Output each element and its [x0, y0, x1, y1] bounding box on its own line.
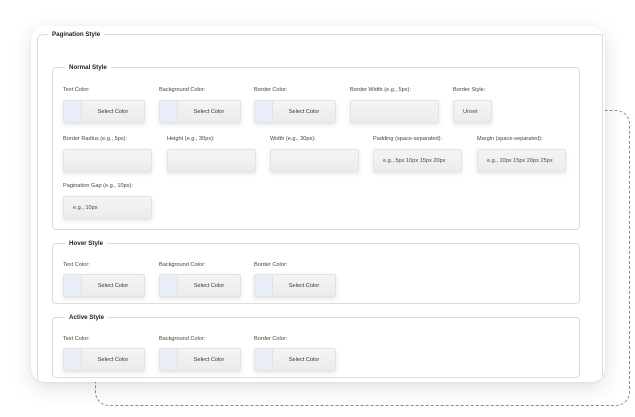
color-swatch [160, 349, 178, 370]
color-swatch [255, 101, 273, 122]
active-text-color-label: Text Color: [63, 336, 90, 342]
color-swatch [255, 275, 273, 296]
active-style-title: Active Style [69, 314, 105, 321]
normal-padding-label: Padding (space-separated): [373, 136, 443, 142]
normal-text-color-label: Text Color: [63, 87, 90, 93]
active-border-color-button[interactable]: Select Color [254, 348, 336, 371]
pagination-style-card: Pagination Style Normal Style Text Color… [31, 26, 605, 382]
normal-text-color-button[interactable]: Select Color [63, 100, 145, 123]
normal-width-input[interactable] [270, 149, 359, 172]
normal-border-color-label: Border Color: [254, 87, 288, 93]
normal-style-fieldset: Normal Style Text Color: Select Color Ba… [52, 64, 580, 230]
normal-bg-color-label: Background Color: [159, 87, 206, 93]
hover-border-color-button[interactable]: Select Color [254, 274, 336, 297]
hover-bg-color-label: Background Color: [159, 262, 206, 268]
normal-border-color-button[interactable]: Select Color [254, 100, 336, 123]
normal-gap-label: Pagination Gap (e.g., 10px): [63, 183, 133, 189]
color-swatch [64, 275, 82, 296]
normal-bg-color-button[interactable]: Select Color [159, 100, 241, 123]
color-swatch [64, 349, 82, 370]
normal-border-radius-label: Border Radius (e.g., 5px): [63, 136, 128, 142]
hover-text-color-button[interactable]: Select Color [63, 274, 145, 297]
pagination-style-title: Pagination Style [52, 31, 101, 38]
normal-height-input[interactable] [167, 149, 256, 172]
normal-padding-input[interactable]: e.g., 5px 10px 15px 20px [373, 149, 462, 172]
normal-border-width-label: Border Width (e.g., 5px): [350, 87, 411, 93]
pagination-style-fieldset: Pagination Style Normal Style Text Color… [37, 31, 603, 382]
active-bg-color-button[interactable]: Select Color [159, 348, 241, 371]
normal-height-label: Height (e.g., 30px): [167, 136, 215, 142]
hover-border-color-label: Border Color: [254, 262, 288, 268]
normal-style-title: Normal Style [69, 64, 107, 71]
normal-width-label: Width (e.g., 30px): [270, 136, 316, 142]
hover-style-title: Hover Style [69, 240, 104, 247]
hover-bg-color-button[interactable]: Select Color [159, 274, 241, 297]
normal-margin-label: Margin (space-separated): [477, 136, 543, 142]
hover-style-fieldset: Hover Style Text Color: Select Color Bac… [52, 240, 580, 304]
active-border-color-label: Border Color: [254, 336, 288, 342]
hover-text-color-label: Text Color: [63, 262, 90, 268]
normal-border-radius-input[interactable] [63, 149, 152, 172]
normal-gap-input[interactable]: e.g., 10px [63, 196, 152, 219]
active-style-fieldset: Active Style Text Color: Select Color Ba… [52, 314, 580, 378]
color-swatch [160, 275, 178, 296]
normal-border-style-select[interactable]: Unset [453, 100, 492, 123]
color-swatch [160, 101, 178, 122]
color-swatch [64, 101, 82, 122]
normal-border-width-input[interactable] [350, 100, 439, 123]
color-swatch [255, 349, 273, 370]
active-bg-color-label: Background Color: [159, 336, 206, 342]
normal-border-style-label: Border Style: [453, 87, 486, 93]
active-text-color-button[interactable]: Select Color [63, 348, 145, 371]
normal-margin-input[interactable]: e.g., 10px 15px 20px 25px [477, 149, 566, 172]
